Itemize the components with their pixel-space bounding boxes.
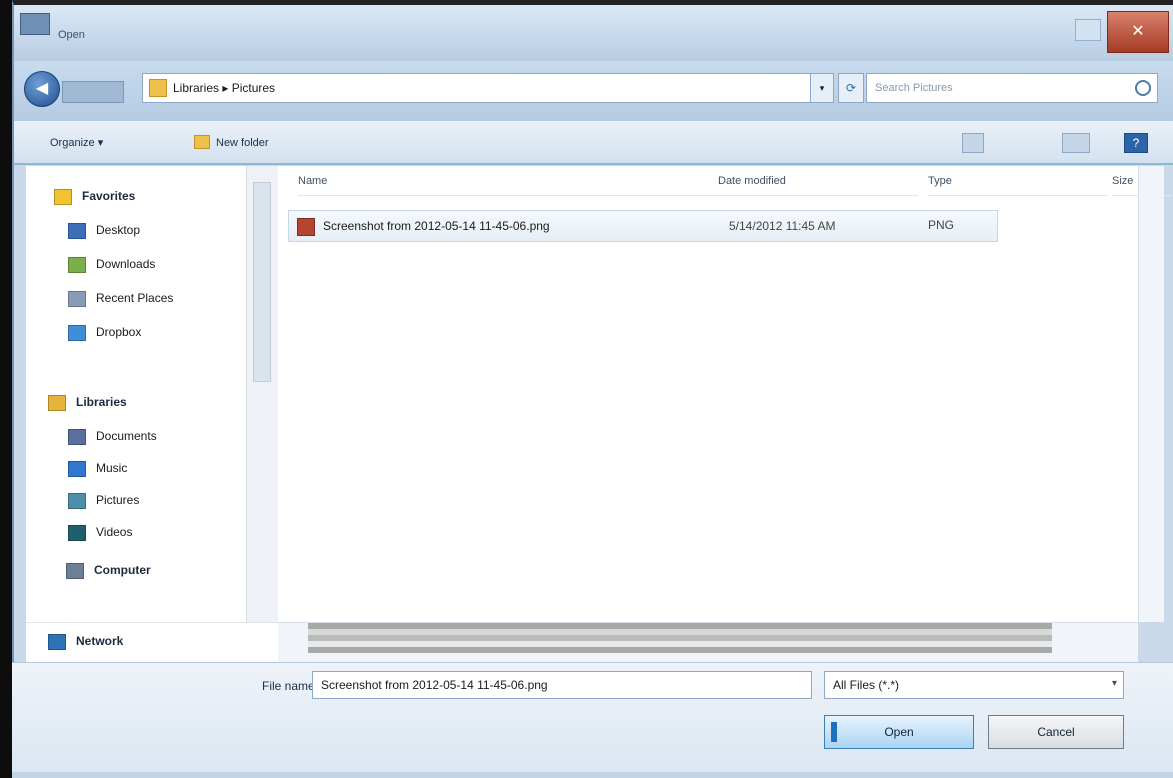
navigation-row: ◀ Libraries ▸ Pictures ▾ ⟳ Search Pictur… bbox=[14, 61, 1173, 121]
close-icon: ✕ bbox=[1131, 23, 1145, 40]
horizontal-scroll-thumb[interactable] bbox=[308, 623, 1052, 653]
nav-scroll-thumb[interactable] bbox=[253, 182, 271, 382]
videos-icon bbox=[68, 524, 86, 541]
focus-marker bbox=[831, 722, 837, 742]
file-list-scrollbar[interactable] bbox=[1138, 166, 1164, 622]
file-type: PNG bbox=[928, 218, 955, 232]
search-placeholder: Search Pictures bbox=[875, 82, 953, 94]
downloads-icon bbox=[68, 256, 86, 273]
chevron-down-icon: ▾ bbox=[819, 83, 825, 93]
folder-icon bbox=[149, 79, 167, 97]
nav-item-label: Favorites bbox=[82, 189, 136, 203]
bottom-panel: File name: Screenshot from 2012-05-14 11… bbox=[12, 662, 1173, 778]
image-file-icon bbox=[297, 218, 315, 236]
refresh-button[interactable]: ⟳ bbox=[838, 73, 864, 103]
nav-item-label: Network bbox=[76, 634, 124, 648]
organize-button[interactable]: Organize ▾ bbox=[44, 131, 109, 155]
nav-item-network[interactable]: Network bbox=[48, 629, 123, 653]
nav-item-computer[interactable]: Computer bbox=[66, 558, 151, 582]
title-bar[interactable]: Open ✕ bbox=[14, 5, 1173, 61]
forward-button[interactable] bbox=[62, 81, 124, 103]
nav-item-libraries[interactable]: Libraries bbox=[48, 390, 127, 414]
chevron-down-icon: ▾ bbox=[1111, 678, 1117, 689]
file-date-modified: 5/14/2012 11:45 AM bbox=[729, 219, 836, 233]
libraries-icon bbox=[48, 394, 66, 411]
nav-item-label: Recent Places bbox=[96, 291, 174, 305]
horizontal-scrollbar[interactable] bbox=[278, 622, 1138, 662]
nav-item-desktop[interactable]: Desktop bbox=[68, 218, 140, 242]
nav-item-label: Computer bbox=[94, 563, 151, 577]
address-dropdown-button[interactable]: ▾ bbox=[810, 73, 834, 103]
nav-item-dropbox[interactable]: Dropbox bbox=[68, 320, 141, 344]
nav-item-label: Libraries bbox=[76, 395, 127, 409]
left-window-edge bbox=[0, 0, 12, 778]
help-icon: ? bbox=[1132, 136, 1140, 150]
computer-icon bbox=[66, 562, 84, 579]
file-list: Name Date modified Type Size Screenshot … bbox=[278, 166, 1172, 622]
nav-item-label: Music bbox=[96, 461, 128, 475]
command-toolbar: Organize ▾ New folder ? bbox=[14, 121, 1173, 165]
window-bottom-edge bbox=[12, 772, 1173, 778]
documents-icon bbox=[68, 428, 86, 445]
desktop-icon bbox=[68, 222, 86, 239]
music-icon bbox=[68, 460, 86, 477]
file-type-value: All Files (*.*) bbox=[833, 678, 900, 692]
file-name-input[interactable]: Screenshot from 2012-05-14 11-45-06.png bbox=[312, 671, 812, 699]
nav-item-label: Downloads bbox=[96, 257, 156, 271]
window-title: Open bbox=[58, 29, 85, 41]
nav-item-label: Pictures bbox=[96, 493, 140, 507]
nav-item-pictures[interactable]: Pictures bbox=[68, 488, 139, 512]
nav-item-label: Documents bbox=[96, 429, 157, 443]
help-button[interactable]: ? bbox=[1124, 133, 1148, 153]
nav-item-videos[interactable]: Videos bbox=[68, 520, 132, 544]
address-path: Libraries ▸ Pictures bbox=[173, 81, 276, 95]
nav-item-favorites[interactable]: Favorites bbox=[54, 184, 135, 208]
new-folder-button[interactable]: New folder bbox=[190, 131, 275, 155]
address-bar[interactable]: Libraries ▸ Pictures bbox=[142, 73, 834, 103]
navigation-pane: Favorites Desktop Downloads Recent Place… bbox=[26, 166, 246, 622]
recent-places-icon bbox=[68, 290, 86, 307]
back-arrow-icon: ◀ bbox=[35, 80, 49, 97]
nav-item-label: Videos bbox=[96, 525, 133, 539]
nav-item-downloads[interactable]: Downloads bbox=[68, 252, 155, 276]
cancel-button-label: Cancel bbox=[1037, 725, 1075, 739]
file-row[interactable]: Screenshot from 2012-05-14 11-45-06.png … bbox=[288, 210, 998, 242]
search-icon bbox=[1135, 80, 1151, 96]
file-name: Screenshot from 2012-05-14 11-45-06.png bbox=[323, 219, 550, 233]
nav-item-label: Desktop bbox=[96, 223, 141, 237]
open-button-label: Open bbox=[884, 725, 914, 739]
pictures-icon bbox=[68, 492, 86, 509]
star-icon bbox=[54, 188, 72, 205]
column-header-date-modified[interactable]: Date modified bbox=[718, 166, 918, 196]
nav-item-label: Dropbox bbox=[96, 325, 142, 339]
file-type-select[interactable]: All Files (*.*) ▾ bbox=[824, 671, 1124, 699]
refresh-icon: ⟳ bbox=[845, 81, 857, 95]
column-header-type[interactable]: Type bbox=[928, 166, 1108, 196]
app-icon bbox=[20, 13, 50, 35]
file-name-label: File name: bbox=[262, 679, 319, 693]
close-button[interactable]: ✕ bbox=[1107, 11, 1169, 53]
preview-pane-button[interactable] bbox=[1062, 133, 1090, 153]
network-icon bbox=[48, 633, 66, 650]
cancel-button[interactable]: Cancel bbox=[988, 715, 1124, 749]
back-button[interactable]: ◀ bbox=[24, 71, 60, 107]
open-button[interactable]: Open bbox=[824, 715, 974, 749]
change-view-button[interactable] bbox=[962, 133, 984, 153]
nav-item-documents[interactable]: Documents bbox=[68, 424, 157, 448]
search-input[interactable]: Search Pictures bbox=[866, 73, 1158, 103]
nav-item-recent-places[interactable]: Recent Places bbox=[68, 286, 173, 310]
dropbox-icon bbox=[68, 324, 86, 341]
column-header-name[interactable]: Name bbox=[298, 166, 718, 196]
nav-item-music[interactable]: Music bbox=[68, 456, 127, 480]
nav-pane-scrollbar[interactable] bbox=[246, 166, 278, 622]
minimize-button[interactable] bbox=[1075, 19, 1101, 41]
